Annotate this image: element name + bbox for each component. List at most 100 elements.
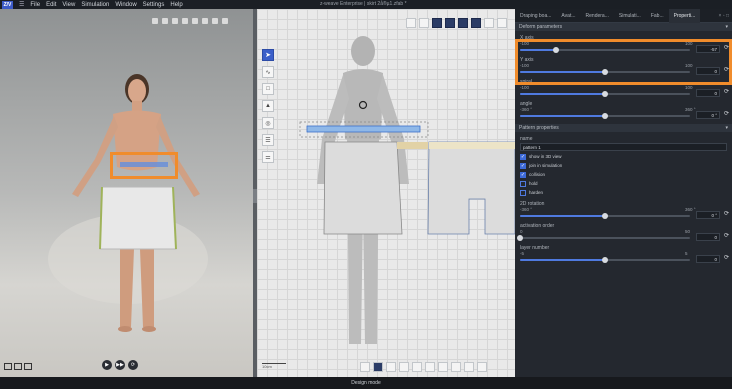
- step-button[interactable]: ▶▶: [115, 360, 125, 370]
- dart-icon: ▲: [265, 103, 271, 109]
- tab-properties[interactable]: Properti...: [668, 9, 701, 23]
- flip-icon[interactable]: [386, 362, 396, 372]
- hamburger-icon[interactable]: ☰: [19, 1, 24, 8]
- menu-window[interactable]: Window: [115, 2, 136, 8]
- checkbox-join-simulation[interactable]: ✓ join in simulation: [515, 161, 732, 170]
- play-button[interactable]: ▶: [102, 360, 112, 370]
- angle-min: -360 °: [520, 107, 533, 112]
- rotation-slider-row: -360 ° 360 ° 0 ° ⟳: [520, 207, 729, 219]
- checkbox-icon[interactable]: [520, 180, 526, 187]
- fit-view-icon[interactable]: [497, 18, 507, 28]
- layout-icon[interactable]: [406, 18, 416, 28]
- list-icon[interactable]: [419, 18, 429, 28]
- sewing-tool[interactable]: ⚌: [262, 151, 274, 163]
- reset-icon[interactable]: ⟳: [724, 111, 731, 118]
- checkbox-icon[interactable]: ✓: [520, 153, 526, 160]
- properties-panel: Draping boa... Avat... Rendera... Simula…: [515, 9, 732, 377]
- zoom-icon[interactable]: [484, 18, 494, 28]
- rotation-value[interactable]: 0 °: [696, 211, 720, 219]
- select-tool[interactable]: ➤: [262, 49, 274, 61]
- slider-thumb[interactable]: [602, 113, 608, 119]
- tab-simulation[interactable]: Simulati...: [614, 9, 646, 23]
- activation-min: 0: [520, 229, 523, 234]
- activation-group: activation order 0 50 0 ⟳: [515, 223, 732, 241]
- layer-min: -5: [520, 251, 525, 256]
- menu-simulation[interactable]: Simulation: [81, 2, 109, 8]
- chevron-down-icon: ▾: [725, 24, 728, 30]
- checkbox-icon[interactable]: ✓: [520, 162, 526, 169]
- angle-max: 360 °: [685, 107, 696, 112]
- checkbox-hold[interactable]: hold: [515, 179, 732, 188]
- tab-render[interactable]: Rendera...: [581, 9, 614, 23]
- camera-icon[interactable]: [24, 363, 32, 370]
- arrow-icon: ➤: [265, 52, 271, 59]
- angle-group: angle -360 ° 360 ° 0 ° ⟳: [515, 101, 732, 119]
- menu-view[interactable]: View: [62, 2, 75, 8]
- checkbox-show-3d[interactable]: ✓ show in 3D view: [515, 152, 732, 161]
- mirror-icon[interactable]: [399, 362, 409, 372]
- reset-icon[interactable]: ⟳: [724, 89, 731, 96]
- angle-slider[interactable]: [520, 113, 690, 119]
- checkbox-collision[interactable]: ✓ collision: [515, 170, 732, 179]
- checkbox-icon[interactable]: [520, 189, 526, 196]
- name-field[interactable]: pattern 1: [520, 143, 727, 151]
- slider-thumb[interactable]: [517, 235, 523, 241]
- video-icon[interactable]: [14, 363, 22, 370]
- curve-tool[interactable]: ∿: [262, 66, 274, 78]
- pattern-section-header[interactable]: Pattern properties ▾: [515, 124, 732, 132]
- align-icon[interactable]: [412, 362, 422, 372]
- name-label: name: [520, 136, 533, 142]
- reset-icon[interactable]: ⟳: [724, 233, 731, 240]
- activation-value[interactable]: 0: [696, 233, 720, 241]
- show-icon[interactable]: [464, 362, 474, 372]
- menu-settings[interactable]: Settings: [143, 2, 165, 8]
- checkbox-label: join in simulation: [529, 163, 563, 168]
- panel-menu-icon[interactable]: × ◦ □: [716, 13, 732, 19]
- hide-icon[interactable]: [451, 362, 461, 372]
- annotation-icon[interactable]: [477, 362, 487, 372]
- move-icon[interactable]: [373, 362, 383, 372]
- tab-avatar[interactable]: Avat...: [556, 9, 580, 23]
- circle-tool[interactable]: ◎: [262, 117, 274, 129]
- layer-slider-row: -5 5 0 ⟳: [520, 251, 729, 263]
- viewport-3d[interactable]: ▶ ▶▶ ⟳: [0, 9, 253, 377]
- slider-thumb[interactable]: [602, 213, 608, 219]
- stitch-tool[interactable]: ☰: [262, 134, 274, 146]
- reset-icon[interactable]: ⟳: [724, 255, 731, 262]
- menu-help[interactable]: Help: [170, 2, 182, 8]
- spiral-value[interactable]: 0: [696, 89, 720, 97]
- simulation-playbar: ▶ ▶▶ ⟳: [102, 360, 138, 370]
- rotate-icon[interactable]: [360, 362, 370, 372]
- reset-button[interactable]: ⟳: [128, 360, 138, 370]
- slider-thumb[interactable]: [602, 257, 608, 263]
- view-grid-icon[interactable]: [445, 18, 455, 28]
- reset-icon[interactable]: ⟳: [724, 211, 731, 218]
- waistband-highlight: [110, 152, 178, 179]
- view-seam-icon[interactable]: [458, 18, 468, 28]
- spiral-max: 100: [685, 85, 693, 90]
- dart-tool[interactable]: ▲: [262, 100, 274, 112]
- menu-edit[interactable]: Edit: [46, 2, 56, 8]
- view2d-toolbar: [406, 18, 507, 28]
- rectangle-tool[interactable]: □: [262, 83, 274, 95]
- view-pattern-icon[interactable]: [432, 18, 442, 28]
- menu-file[interactable]: File: [30, 2, 40, 8]
- layer-value[interactable]: 0: [696, 255, 720, 263]
- ungroup-icon[interactable]: [438, 362, 448, 372]
- checkbox-label: show in 3D view: [529, 154, 562, 159]
- view-fabric-icon[interactable]: [471, 18, 481, 28]
- spiral-slider[interactable]: [520, 91, 690, 97]
- activation-slider[interactable]: [517, 235, 690, 241]
- angle-value[interactable]: 0 °: [696, 111, 720, 119]
- group-icon[interactable]: [425, 362, 435, 372]
- viewport-2d[interactable]: ➤ ∿ □ ▲ ◎ ☰ ⚌ 10cm: [257, 9, 515, 377]
- slider-thumb[interactable]: [602, 91, 608, 97]
- screenshot-icon[interactable]: [4, 363, 12, 370]
- tab-draping[interactable]: Draping boa...: [515, 9, 556, 23]
- deform-section-header[interactable]: Deform parameters ▾: [515, 23, 732, 31]
- layer-slider[interactable]: [520, 257, 690, 263]
- checkbox-harden[interactable]: harden: [515, 188, 732, 197]
- checkbox-icon[interactable]: ✓: [520, 171, 526, 178]
- rotation-slider[interactable]: [520, 213, 690, 219]
- tab-fabric[interactable]: Fab...: [646, 9, 669, 23]
